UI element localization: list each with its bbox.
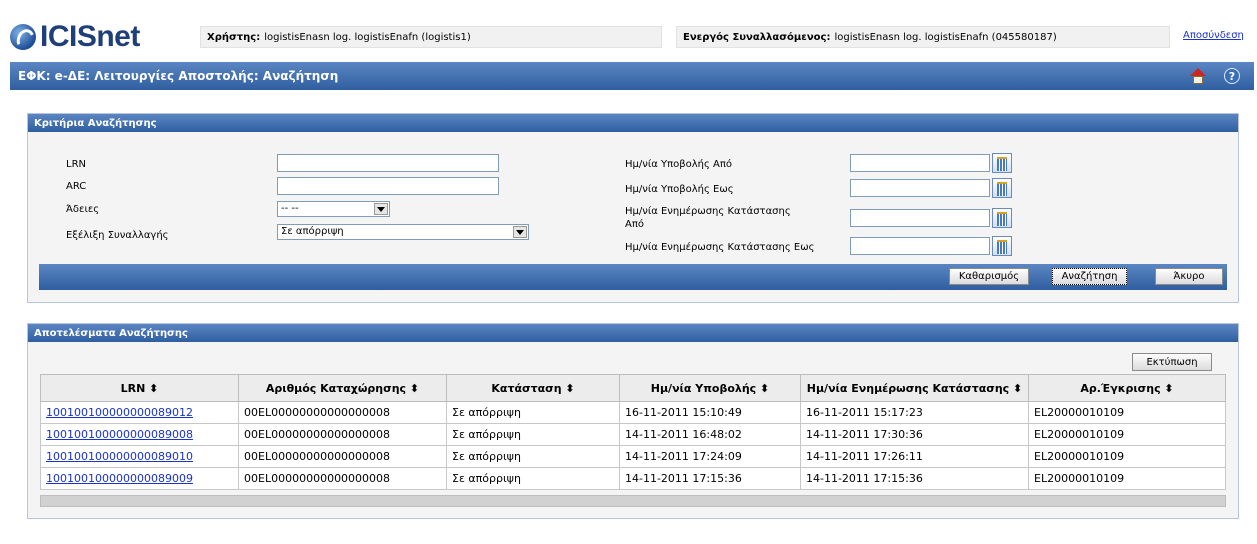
logo-text: ICISnet: [40, 20, 140, 53]
status-update-date-cell: 14-11-2011 17:15:36: [800, 467, 1029, 490]
user-info: Χρήστης: logistisEnasn log. logistisEnaf…: [200, 26, 662, 48]
permits-select[interactable]: -- --: [277, 201, 390, 217]
registration-number-cell: 00EL00000000000000008: [238, 401, 447, 424]
clear-button[interactable]: Καθαρισμός: [949, 268, 1029, 285]
update-to-input[interactable]: [850, 237, 990, 255]
status-cell: Σε απόρριψη: [446, 467, 620, 490]
table-row: 100100100000000089012 00EL00000000000000…: [40, 401, 1226, 424]
lrn-cell[interactable]: 100100100000000089008: [40, 423, 239, 446]
page-title: ΕΦΚ: e-ΔΕ: Λειτουργίες Αποστολής: Αναζήτ…: [18, 69, 339, 83]
search-results-title: Αποτελέσματα Αναζήτησης: [28, 324, 1238, 342]
submission-from-input[interactable]: [850, 154, 990, 172]
lrn-cell[interactable]: 100100100000000089010: [40, 445, 239, 468]
page-title-bar: ΕΦΚ: e-ΔΕ: Λειτουργίες Αποστολής: Αναζήτ…: [10, 62, 1254, 90]
update-to-label: Ημ/νία Ενημέρωσης Κατάστασης Εως: [625, 242, 815, 253]
column-header-approval-number[interactable]: Αρ.Έγκρισης ⬍: [1028, 374, 1226, 402]
permits-label: Άδειες: [66, 204, 100, 215]
calendar-icon[interactable]: [992, 153, 1012, 173]
arc-label: ARC: [66, 181, 87, 192]
update-from-label-2: Από: [625, 219, 644, 230]
trader-label: Ενεργός Συναλλασόμενος:: [683, 31, 831, 43]
icisnet-logo: ICISnet: [10, 20, 140, 53]
trader-value: logistisEnasn log. logistisEnafn (045580…: [834, 31, 1057, 43]
approval-number-cell: EL20000010109: [1028, 423, 1226, 446]
calendar-icon[interactable]: [992, 178, 1012, 198]
progress-select[interactable]: Σε απόρριψη: [277, 224, 529, 240]
table-header-row: LRN ⬍ Αριθμός Καταχώρησης ⬍ Κατάσταση ⬍ …: [40, 374, 1226, 402]
permits-value: -- --: [281, 203, 299, 214]
status-update-date-cell: 16-11-2011 15:17:23: [800, 401, 1029, 424]
user-value: logistisEnasn log. logistisEnafn (logist…: [264, 31, 471, 43]
submission-date-cell: 14-11-2011 16:48:02: [619, 423, 801, 446]
search-results-panel: Αποτελέσματα Αναζήτησης Εκτύπωση LRN ⬍ Α…: [27, 323, 1239, 519]
update-from-label-1: Ημ/νία Ενημέρωσης Κατάστασης: [625, 206, 791, 217]
lrn-label: LRN: [66, 159, 86, 170]
cancel-button[interactable]: Άκυρο: [1155, 268, 1223, 285]
help-icon[interactable]: ?: [1224, 68, 1240, 84]
calendar-icon[interactable]: [992, 236, 1012, 256]
approval-number-cell: EL20000010109: [1028, 401, 1226, 424]
lrn-cell[interactable]: 100100100000000089009: [40, 467, 239, 490]
status-cell: Σε απόρριψη: [446, 445, 620, 468]
column-header-submission-date[interactable]: Ημ/νία Υποβολής ⬍: [619, 374, 801, 402]
table-row: 100100100000000089008 00EL00000000000000…: [40, 423, 1226, 446]
update-from-input[interactable]: [850, 209, 990, 227]
globe-icon: [10, 24, 36, 50]
print-button[interactable]: Εκτύπωση: [1132, 353, 1212, 371]
search-criteria-title: Κριτήρια Αναζήτησης: [28, 114, 1238, 132]
status-update-date-cell: 14-11-2011 17:30:36: [800, 423, 1029, 446]
lrn-input[interactable]: [277, 154, 499, 172]
lrn-link[interactable]: 100100100000000089009: [46, 472, 193, 485]
table-row: 100100100000000089010 00EL00000000000000…: [40, 445, 1226, 468]
submission-date-cell: 14-11-2011 17:15:36: [619, 467, 801, 490]
approval-number-cell: EL20000010109: [1028, 445, 1226, 468]
column-header-lrn[interactable]: LRN ⬍: [40, 374, 239, 402]
lrn-link[interactable]: 100100100000000089010: [46, 450, 193, 463]
submission-from-label: Ημ/νία Υποβολής Από: [625, 159, 733, 170]
lrn-link[interactable]: 100100100000000089008: [46, 428, 193, 441]
lrn-cell[interactable]: 100100100000000089012: [40, 401, 239, 424]
top-bar: ICISnet Χρήστης: logistisEnasn log. logi…: [0, 0, 1257, 56]
chevron-down-icon[interactable]: [374, 203, 388, 215]
horizontal-scrollbar[interactable]: [40, 495, 1226, 507]
status-cell: Σε απόρριψη: [446, 401, 620, 424]
submission-date-cell: 14-11-2011 17:24:09: [619, 445, 801, 468]
user-label: Χρήστης:: [207, 31, 261, 43]
submission-date-cell: 16-11-2011 15:10:49: [619, 401, 801, 424]
progress-value: Σε απόρριψη: [281, 226, 344, 237]
registration-number-cell: 00EL00000000000000008: [238, 467, 447, 490]
registration-number-cell: 00EL00000000000000008: [238, 445, 447, 468]
status-cell: Σε απόρριψη: [446, 423, 620, 446]
progress-label: Εξέλιξη Συναλλαγής: [66, 230, 169, 241]
table-row: 100100100000000089009 00EL00000000000000…: [40, 467, 1226, 490]
approval-number-cell: EL20000010109: [1028, 467, 1226, 490]
chevron-down-icon[interactable]: [513, 226, 527, 238]
registration-number-cell: 00EL00000000000000008: [238, 423, 447, 446]
status-update-date-cell: 14-11-2011 17:26:11: [800, 445, 1029, 468]
logout-link[interactable]: Αποσύνδεση: [1183, 30, 1244, 41]
column-header-registration-number[interactable]: Αριθμός Καταχώρησης ⬍: [238, 374, 447, 402]
action-bar: Καθαρισμός Αναζήτηση Άκυρο: [39, 264, 1227, 290]
submission-to-label: Ημ/νία Υποβολής Εως: [625, 184, 734, 195]
results-table: LRN ⬍ Αριθμός Καταχώρησης ⬍ Κατάσταση ⬍ …: [40, 374, 1226, 490]
arc-input[interactable]: [277, 177, 499, 195]
column-header-status-update-date[interactable]: Ημ/νία Ενημέρωσης Κατάστασης ⬍: [800, 374, 1029, 402]
search-button[interactable]: Αναζήτηση: [1052, 268, 1127, 285]
home-icon[interactable]: [1190, 68, 1206, 84]
lrn-link[interactable]: 100100100000000089012: [46, 406, 193, 419]
trader-info: Ενεργός Συναλλασόμενος: logistisEnasn lo…: [676, 26, 1170, 48]
search-criteria-panel: Κριτήρια Αναζήτησης LRN ARC Άδειες -- --…: [27, 113, 1239, 303]
submission-to-input[interactable]: [850, 179, 990, 197]
calendar-icon[interactable]: [992, 208, 1012, 228]
column-header-status[interactable]: Κατάσταση ⬍: [446, 374, 620, 402]
